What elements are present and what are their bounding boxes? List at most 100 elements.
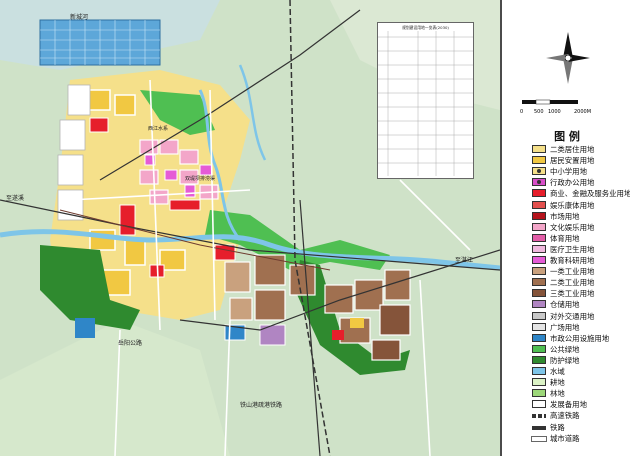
west-destination-label: 至遂溪	[6, 195, 25, 202]
legend-item: 医疗卫生用地	[532, 244, 630, 255]
south-road-label: 岳阳公路	[118, 340, 143, 347]
office-icon	[537, 180, 541, 185]
land-use-table: 规划建设用地一览表(2030)	[377, 22, 474, 179]
land-use-map: 规划建设用地一览表(2030) 新城河 至遂溪 至湛江 岳阳公路 铁山港疏港铁路…	[0, 0, 501, 457]
north-arrow-icon	[563, 32, 573, 58]
legend-label: 市场用地	[550, 211, 580, 221]
legend-swatch	[532, 300, 546, 309]
compass-and-scale: 0 500 1000 2000M	[520, 32, 591, 115]
north-river-label: 新城河	[70, 14, 89, 21]
legend-item: 一类工业用地	[532, 267, 630, 277]
school-icon	[537, 169, 541, 174]
legend-label: 城市道路	[550, 433, 580, 443]
legend-title: 图 例	[554, 130, 580, 143]
legend-item: 公共绿地	[532, 344, 630, 355]
legend-item: 三类工业用地	[532, 289, 630, 299]
legend-item: 林地	[532, 389, 630, 399]
scale-label-2000: 2000M	[574, 109, 591, 115]
legend-swatch	[532, 322, 546, 331]
legend-item: 居民安置用地	[532, 156, 630, 166]
legend-item: 体育用地	[532, 233, 630, 244]
legend-item: 中小学用地	[532, 167, 630, 177]
map-figure: 规划建设用地一览表(2030) 新城河 至遂溪 至湛江 岳阳公路 铁山港疏港铁路…	[0, 0, 630, 457]
legend-swatch	[532, 378, 546, 387]
legend-swatch	[532, 244, 546, 253]
scale-label-1000: 1000	[548, 109, 561, 115]
legend-item: 文化娱乐用地	[532, 222, 630, 233]
legend-label: 公共绿地	[550, 344, 580, 354]
legend-item: 二类居住用地	[532, 145, 630, 155]
legend-item: 娱乐康体用地	[532, 200, 630, 211]
legend-swatch	[532, 389, 546, 398]
legend-label: 林地	[550, 389, 565, 399]
canal-label: 双堤坝排涝渠	[185, 176, 216, 182]
legend-label: 高速铁路	[550, 411, 580, 421]
legend-item: 二类工业用地	[532, 278, 630, 288]
legend-swatch	[532, 355, 546, 364]
legend-label: 二类居住用地	[550, 145, 595, 154]
legend-swatch	[532, 145, 546, 153]
legend-item: 高速铁路	[532, 411, 630, 421]
legend-item: 市场用地	[532, 211, 630, 222]
legend-swatch	[532, 289, 546, 298]
legend-label: 耕地	[550, 378, 565, 388]
legend-item: 耕地	[532, 378, 630, 388]
legend-label: 广场用地	[550, 322, 580, 332]
legend-swatch	[532, 267, 546, 276]
legend-label: 娱乐康体用地	[550, 200, 595, 210]
legend-label: 仓储用地	[550, 300, 580, 310]
legend-swatch	[532, 211, 546, 220]
legend-panel: 0 500 1000 2000M 图 例 二类居住用地 居民安置用地 中小学用地 行政…	[500, 0, 630, 456]
legend-swatch	[532, 167, 546, 176]
legend-item: 仓储用地	[532, 300, 630, 310]
legend-label: 三类工业用地	[550, 289, 595, 299]
river-label: 西江水系	[148, 126, 169, 132]
scale-label-0: 0	[520, 109, 523, 115]
legend-label: 居民安置用地	[550, 156, 595, 166]
legend-swatch	[532, 256, 546, 264]
legend-swatch	[532, 200, 546, 209]
legend-label: 教育科研用地	[550, 256, 595, 265]
legend-swatch	[532, 156, 546, 165]
legend-swatch	[532, 425, 546, 430]
legend-label: 铁路	[550, 422, 565, 432]
legend-item: 教育科研用地	[532, 256, 630, 266]
legend-label: 行政办公用地	[550, 178, 595, 188]
legend-swatch	[532, 311, 546, 320]
legend-label: 医疗卫生用地	[550, 244, 595, 254]
legend-label: 中小学用地	[550, 167, 587, 177]
legend-item: 水域	[532, 367, 630, 377]
table-grid	[378, 31, 473, 176]
legend-item: 发展备用地	[532, 400, 630, 410]
legend-item: 广场用地	[532, 322, 630, 333]
legend-label: 商业、金融及服务业用地	[550, 189, 630, 199]
legend-label: 市政公用设施用地	[550, 333, 610, 343]
legend-swatch	[531, 435, 547, 442]
legend-label: 防护绿地	[550, 355, 580, 365]
legend-label: 发展备用地	[550, 400, 587, 410]
legend-item: 对外交通用地	[532, 311, 630, 322]
legend-item: 市政公用设施用地	[532, 333, 630, 344]
legend-swatch	[532, 178, 546, 187]
east-destination-label: 至湛江	[455, 257, 474, 264]
legend-item: 商业、金融及服务业用地	[532, 189, 630, 199]
legend-swatch	[532, 189, 546, 198]
legend-swatch	[532, 222, 546, 231]
legend-swatch	[532, 278, 546, 287]
legend-item: 城市道路	[531, 433, 630, 444]
legend-label: 水域	[550, 367, 565, 376]
scale-label-500: 500	[534, 109, 544, 115]
legend-item: 行政办公用地	[532, 178, 630, 188]
south-rail-label: 铁山港疏港铁路	[240, 402, 283, 409]
legend-swatch	[532, 367, 546, 375]
legend-label: 一类工业用地	[550, 267, 595, 277]
legend-item: 铁路	[532, 423, 630, 433]
legend-swatch	[532, 333, 546, 342]
legend-swatch	[532, 400, 546, 409]
legend-swatch	[532, 344, 546, 353]
legend-swatch	[532, 233, 546, 242]
legend-label: 体育用地	[550, 233, 580, 243]
legend-label: 二类工业用地	[550, 278, 595, 288]
legend-label: 文化娱乐用地	[550, 222, 595, 232]
legend-label: 对外交通用地	[550, 311, 595, 321]
